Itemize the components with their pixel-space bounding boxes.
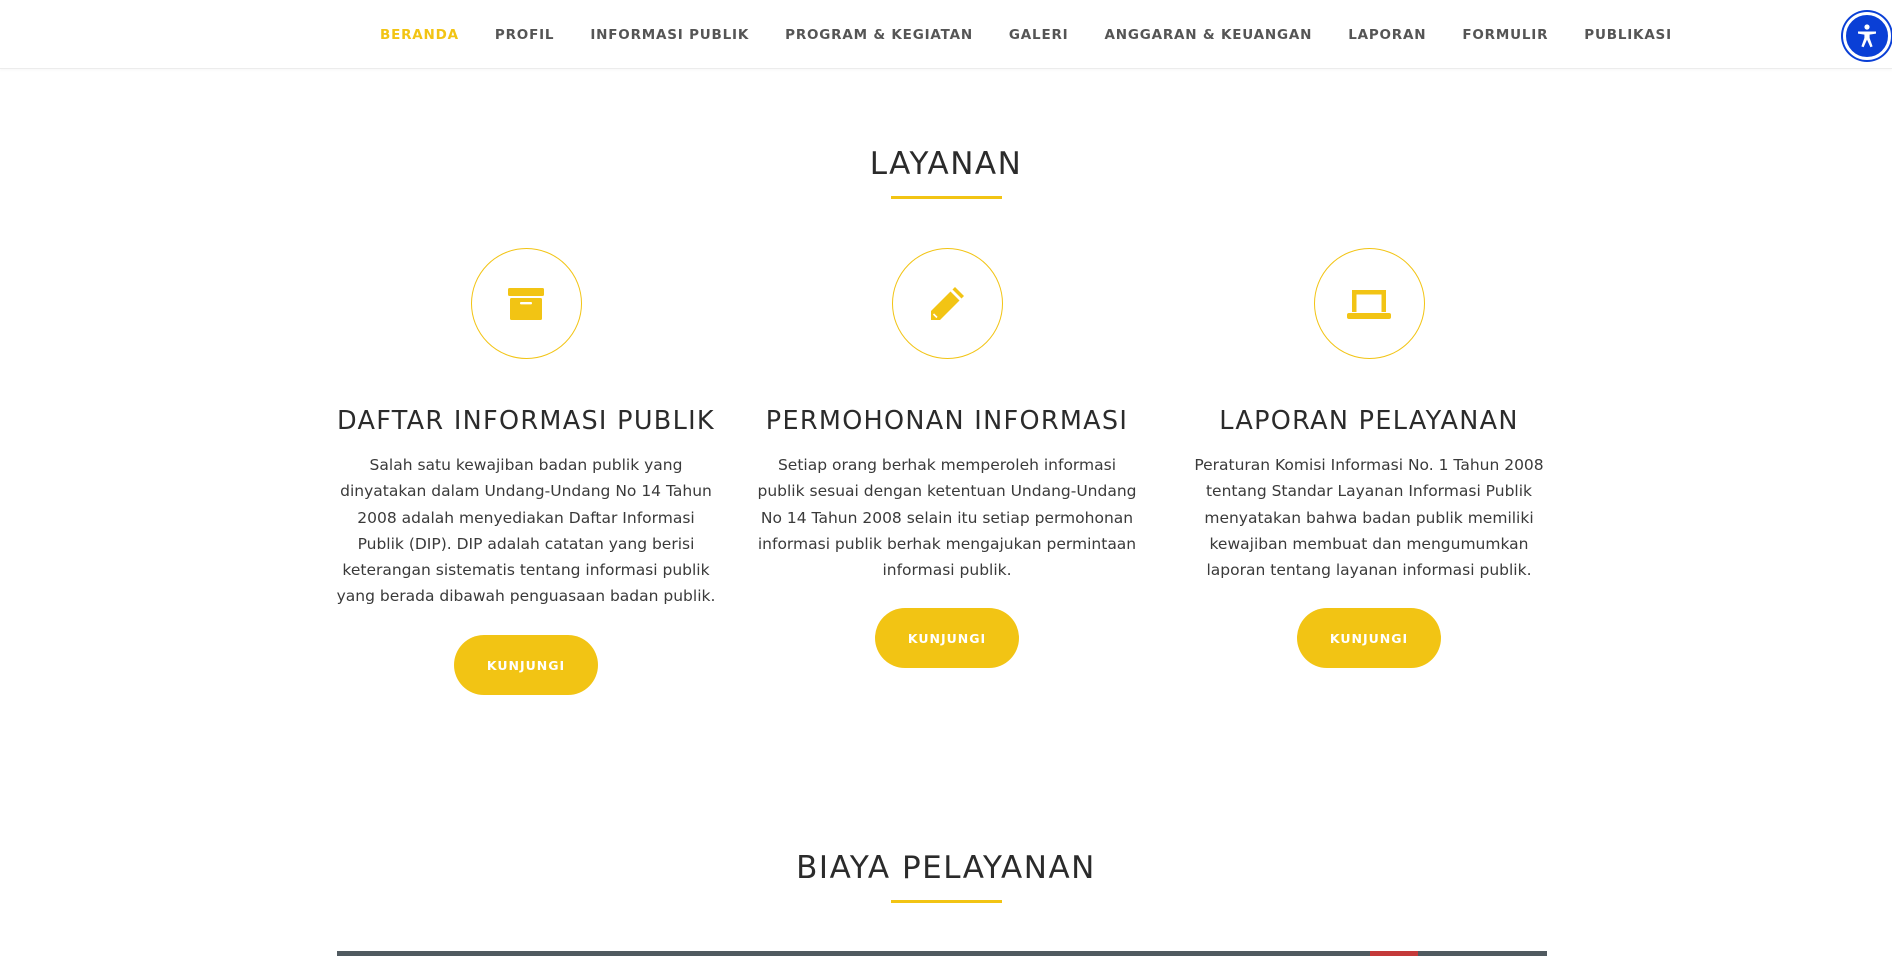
- nav-item-publikasi[interactable]: PUBLIKASI: [1584, 27, 1672, 43]
- biaya-pelayanan-heading: BIAYA PELAYANAN: [796, 850, 1096, 886]
- kunjungi-button-daftar-informasi[interactable]: KUNJUNGI: [454, 634, 598, 695]
- archive-box-icon: [508, 287, 544, 320]
- nav-item-galeri[interactable]: GALERI: [1009, 27, 1069, 43]
- laptop-icon: [1347, 289, 1391, 319]
- nav-item-anggaran-keuangan[interactable]: ANGGARAN & KEUANGAN: [1105, 27, 1313, 43]
- card-description: Setiap orang berhak memperoleh informasi…: [757, 456, 1137, 580]
- nav-item-laporan[interactable]: LAPORAN: [1348, 27, 1426, 43]
- biaya-heading-underline: [891, 900, 1002, 903]
- nav-item-formulir[interactable]: FORMULIR: [1462, 27, 1548, 43]
- layanan-heading: LAYANAN: [869, 146, 1023, 182]
- biaya-content-frame: [337, 951, 1547, 956]
- nav-item-profil[interactable]: PROFIL: [495, 27, 554, 43]
- card-title: PERMOHONAN INFORMASI: [765, 406, 1129, 436]
- kunjungi-button-permohonan-informasi[interactable]: KUNJUNGI: [875, 608, 1019, 669]
- card-title: LAPORAN PELAYANAN: [1219, 406, 1519, 436]
- accessibility-button[interactable]: [1843, 12, 1891, 60]
- card-icon-circle: [470, 248, 582, 359]
- service-card-laporan-pelayanan: LAPORAN PELAYANAN Peraturan Komisi Infor…: [1174, 248, 1564, 669]
- pencil-icon: [931, 286, 964, 320]
- card-description: Salah satu kewajiban badan publik yang d…: [336, 456, 716, 606]
- nav-item-program-kegiatan[interactable]: PROGRAM & KEGIATAN: [785, 27, 973, 43]
- top-navbar: BERANDA PROFIL INFORMASI PUBLIK PROGRAM …: [0, 0, 1892, 69]
- service-card-daftar-informasi: DAFTAR INFORMASI PUBLIK Salah satu kewaj…: [331, 248, 721, 695]
- biaya-content-accent: [1370, 951, 1418, 956]
- kunjungi-button-laporan-pelayanan[interactable]: KUNJUNGI: [1297, 608, 1441, 669]
- service-card-permohonan-informasi: PERMOHONAN INFORMASI Setiap orang berhak…: [752, 248, 1142, 669]
- nav-item-informasi-publik[interactable]: INFORMASI PUBLIK: [590, 27, 749, 43]
- accessibility-icon: [1858, 24, 1876, 48]
- card-title: DAFTAR INFORMASI PUBLIK: [337, 406, 715, 436]
- layanan-heading-underline: [891, 196, 1002, 199]
- card-icon-circle: [1313, 248, 1425, 359]
- main-menu: BERANDA PROFIL INFORMASI PUBLIK PROGRAM …: [380, 27, 1672, 43]
- nav-item-beranda[interactable]: BERANDA: [380, 27, 459, 43]
- card-description: Peraturan Komisi Informasi No. 1 Tahun 2…: [1194, 456, 1544, 580]
- card-icon-circle: [891, 248, 1003, 359]
